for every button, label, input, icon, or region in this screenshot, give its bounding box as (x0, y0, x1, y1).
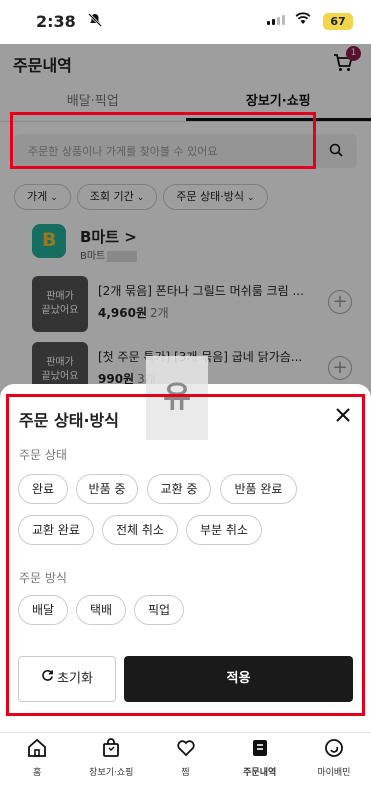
nav-label: 홈 (32, 768, 42, 778)
nav-label: 주문내역 (243, 768, 277, 778)
bottom-nav: 홈 장보기·쇼핑 찜 주문내역 마이배민 (0, 732, 371, 800)
bell-muted-icon (88, 13, 102, 31)
nav-label: 장보기·쇼핑 (89, 768, 134, 778)
shopping-bag-icon (100, 738, 122, 763)
heart-icon (175, 740, 197, 763)
smile-icon (323, 739, 345, 763)
highlight-box-filters (10, 112, 316, 169)
status-bar: 2:38 67 (0, 0, 371, 44)
highlight-box-sheet (6, 394, 365, 716)
nav-label: 찜 (181, 768, 190, 778)
nav-wishlist[interactable]: 찜 (148, 733, 222, 800)
receipt-icon (249, 740, 271, 763)
signal-icon (267, 15, 285, 25)
status-time: 2:38 (36, 12, 76, 31)
nav-home[interactable]: 홈 (0, 733, 74, 800)
nav-shopping[interactable]: 장보기·쇼핑 (74, 733, 148, 800)
home-icon (26, 738, 48, 763)
wifi-icon (295, 11, 311, 29)
battery-icon: 67 (323, 13, 353, 30)
nav-my-baemin[interactable]: 마이배민 (297, 733, 371, 800)
nav-order-history[interactable]: 주문내역 (223, 733, 297, 800)
nav-label: 마이배민 (317, 768, 351, 778)
